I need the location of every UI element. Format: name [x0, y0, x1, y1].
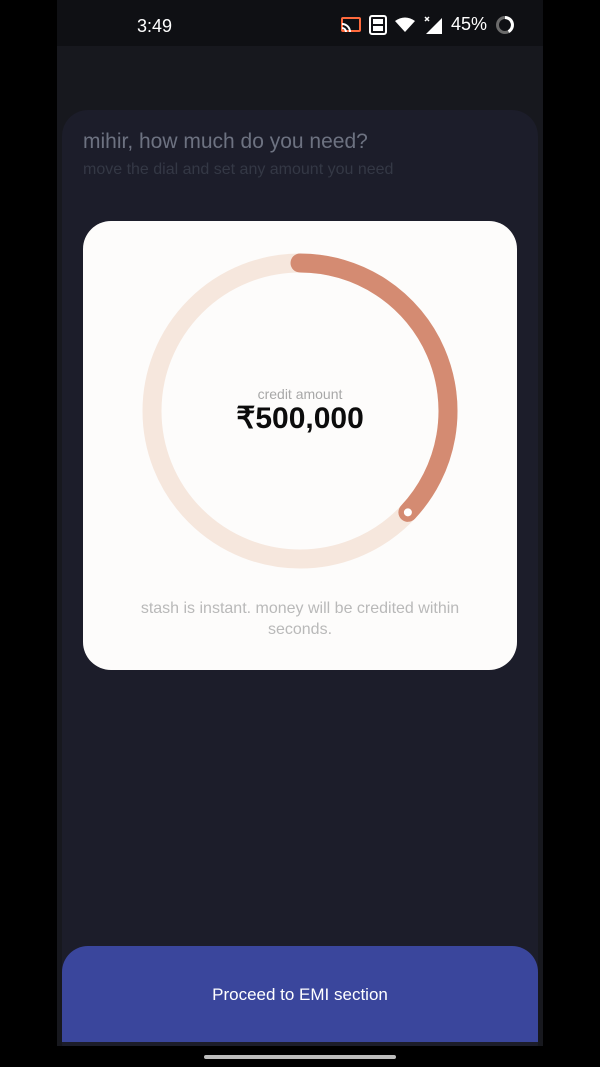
signal-icon [423, 15, 443, 35]
battery-percent: 45% [450, 14, 487, 34]
wifi-icon [394, 17, 415, 33]
page-title: mihir, how much do you need? [83, 130, 368, 153]
status-icons: 45% [340, 14, 515, 35]
proceed-button[interactable]: Proceed to EMI section [62, 946, 538, 1042]
volte-icon [368, 14, 387, 35]
status-time: 3:49 [137, 16, 173, 36]
instant-credit-note: stash is instant. money will be credited… [140, 600, 460, 638]
dial-card: credit amount ₹500,000 stash is instant.… [83, 221, 517, 670]
credit-amount-label: credit amount [257, 386, 343, 402]
proceed-button-label: Proceed to EMI section [212, 985, 388, 1004]
home-indicator[interactable] [204, 1055, 396, 1059]
app-screen: 3:49 45% mihir, how much do you need? mo… [0, 0, 600, 1067]
page-subtitle: move the dial and set any amount you nee… [83, 161, 394, 178]
cast-icon [340, 16, 361, 33]
dial-knob[interactable] [403, 508, 412, 517]
credit-amount-value: ₹500,000 [236, 402, 364, 435]
battery-icon [495, 15, 515, 35]
status-bar: 3:49 45% [57, 0, 543, 46]
